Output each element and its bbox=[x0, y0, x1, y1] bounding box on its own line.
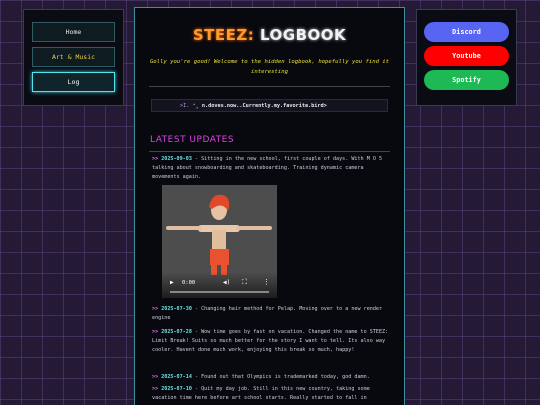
log-entry: >> 2025-07-10 - Quit my day job. Still i… bbox=[152, 385, 392, 403]
video-controls: ▶ 0:00 ◀) ⛶ ⋮ bbox=[162, 272, 277, 298]
updates-heading: LATEST UPDATES bbox=[150, 135, 235, 145]
fullscreen-icon[interactable]: ⛶ bbox=[242, 278, 247, 287]
video-player[interactable]: ▶ 0:00 ◀) ⛶ ⋮ bbox=[162, 185, 277, 298]
arrow-icon: >> bbox=[152, 156, 159, 162]
entry-date: 2025-07-28 bbox=[161, 329, 192, 335]
code-prefix: >I. bbox=[180, 103, 190, 109]
discord-button[interactable]: Discord bbox=[424, 22, 509, 42]
video-progress-bar[interactable] bbox=[170, 291, 269, 293]
log-entry: >> 2025-07-14 - Found out that Olympics … bbox=[152, 373, 392, 382]
nav-log-button[interactable]: Log bbox=[32, 72, 115, 92]
page-title: STEEZ: LOGBOOK bbox=[135, 26, 404, 44]
arrow-icon: >> bbox=[152, 386, 159, 392]
nav-home-button[interactable]: Home bbox=[32, 22, 115, 42]
entry-date: 2025-07-30 bbox=[161, 306, 192, 312]
log-entry: >> 2025-09-03 - Sitting in the new schoo… bbox=[152, 155, 392, 182]
youtube-button[interactable]: Youtube bbox=[424, 46, 509, 66]
arrow-icon: >> bbox=[152, 306, 159, 312]
divider bbox=[149, 86, 390, 87]
social-panel: Discord Youtube Spotify bbox=[416, 9, 517, 106]
log-entry: >> 2025-07-30 - Changing hair method for… bbox=[152, 305, 392, 323]
play-icon[interactable]: ▶ bbox=[170, 279, 174, 286]
entry-text: - Found out that Olympics is trademarked… bbox=[191, 374, 370, 380]
arrow-icon: >> bbox=[152, 329, 159, 335]
divider bbox=[149, 151, 390, 152]
volume-icon[interactable]: ◀) bbox=[223, 279, 230, 286]
code-marquee: >I. ⁺˳ n.doves.now..Currently.my.favorit… bbox=[151, 99, 388, 112]
intro-text: Golly you're good! Welcome to the hidden… bbox=[149, 59, 390, 75]
spotify-button[interactable]: Spotify bbox=[424, 70, 509, 90]
entry-date: 2025-07-10 bbox=[161, 386, 192, 392]
entry-date: 2025-09-03 bbox=[161, 156, 192, 162]
video-time: 0:00 bbox=[182, 280, 196, 286]
log-entry: >> 2025-07-28 - Wow time goes by fast on… bbox=[152, 328, 392, 355]
code-text: n.doves.now..Currently.my.favorite.bird> bbox=[201, 103, 327, 109]
sparkle-icon: ⁺˳ bbox=[192, 103, 199, 109]
nav-panel: Home Art & Music Log bbox=[23, 9, 124, 106]
arrow-icon: >> bbox=[152, 374, 159, 380]
title-steez: STEEZ: bbox=[192, 26, 255, 44]
title-logbook: LOGBOOK bbox=[259, 26, 347, 44]
main-content: STEEZ: LOGBOOK Golly you're good! Welcom… bbox=[134, 7, 405, 405]
more-options-icon[interactable]: ⋮ bbox=[263, 278, 270, 286]
nav-art-music-button[interactable]: Art & Music bbox=[32, 47, 115, 67]
entry-date: 2025-07-14 bbox=[161, 374, 192, 380]
